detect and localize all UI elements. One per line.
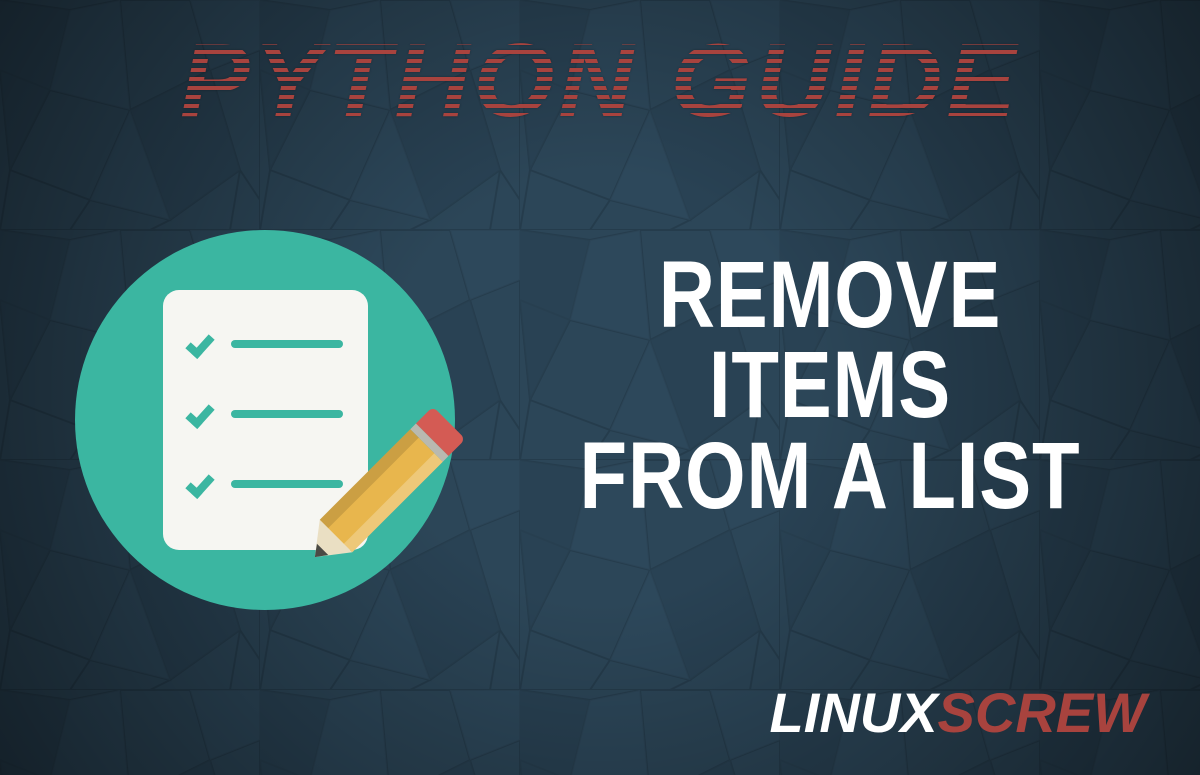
headline-line-1: REMOVE ITEMS — [559, 250, 1100, 431]
check-icon — [185, 469, 214, 499]
check-icon — [185, 399, 214, 429]
logo-part-1: LINUX — [770, 681, 938, 744]
list-line — [231, 340, 343, 348]
list-line — [231, 410, 343, 418]
headline-line-2: FROM A LIST — [559, 431, 1100, 521]
article-headline: REMOVE ITEMS FROM A LIST — [500, 250, 1160, 521]
logo-part-2: SCREW — [938, 681, 1146, 744]
list-line — [231, 480, 343, 488]
check-icon — [185, 329, 214, 359]
category-title: PYTHON GUIDE — [180, 22, 1020, 141]
site-logo: LINUXSCREW — [770, 685, 1146, 741]
checklist-icon — [75, 230, 455, 610]
category-title-text: PYTHON GUIDE — [180, 23, 1020, 139]
